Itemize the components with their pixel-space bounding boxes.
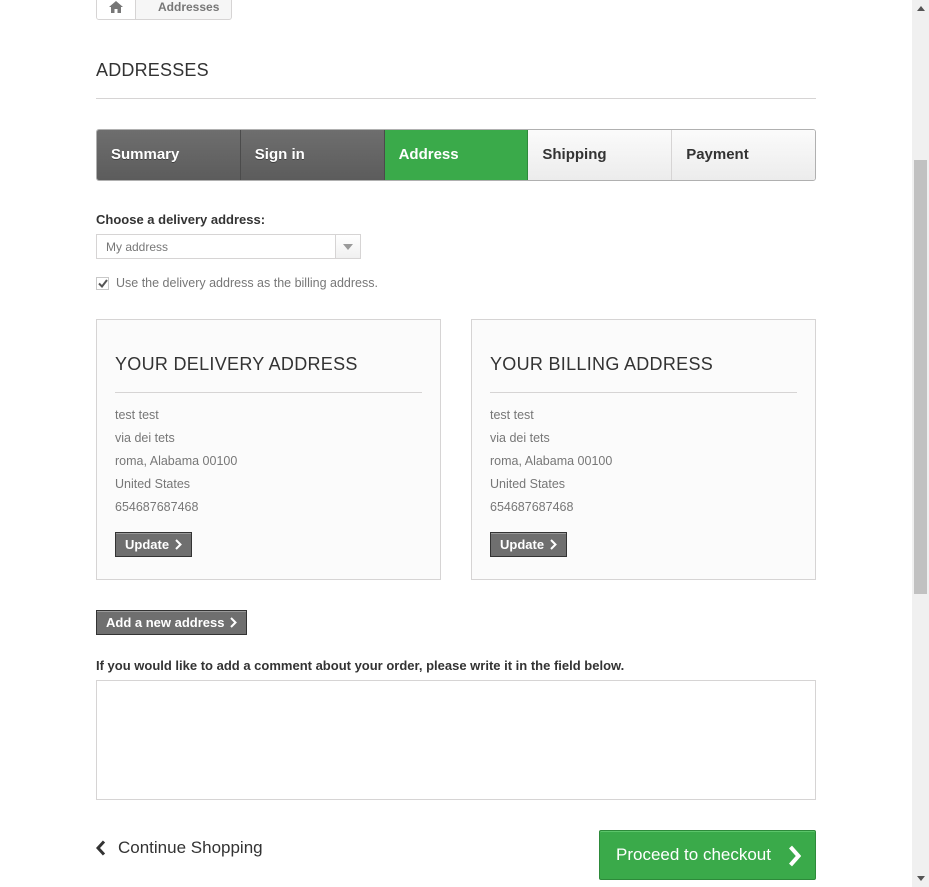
comment-label: If you would like to add a comment about… bbox=[96, 658, 625, 673]
breadcrumb-home-link[interactable] bbox=[97, 0, 136, 19]
vertical-scrollbar[interactable] bbox=[912, 0, 929, 887]
billing-address-title: YOUR BILLING ADDRESS bbox=[490, 354, 797, 393]
delivery-address-select[interactable]: My address bbox=[96, 234, 361, 259]
address-country: United States bbox=[490, 477, 566, 491]
address-city: roma, Alabama 00100 bbox=[115, 454, 238, 468]
delivery-address-title: YOUR DELIVERY ADDRESS bbox=[115, 354, 422, 393]
billing-address-lines: test test via dei tets roma, Alabama 001… bbox=[490, 406, 612, 521]
update-delivery-button[interactable]: Update bbox=[115, 532, 193, 557]
add-new-address-button[interactable]: Add a new address bbox=[96, 610, 248, 635]
billing-same-checkbox[interactable] bbox=[96, 276, 109, 290]
chevron-right-icon bbox=[789, 845, 801, 867]
chevron-right-icon bbox=[230, 617, 238, 628]
billing-address-box: YOUR BILLING ADDRESS test test via dei t… bbox=[471, 319, 816, 580]
step-address: Address bbox=[384, 130, 529, 180]
home-icon bbox=[109, 1, 123, 13]
update-label: Update bbox=[500, 537, 545, 552]
step-shipping: Shipping bbox=[528, 130, 673, 180]
address-street: via dei tets bbox=[490, 431, 550, 445]
add-address-label: Add a new address bbox=[106, 615, 225, 630]
order-comment-textarea[interactable] bbox=[96, 680, 816, 800]
address-street: via dei tets bbox=[115, 431, 175, 445]
address-name: test test bbox=[490, 408, 534, 422]
delivery-address-lines: test test via dei tets roma, Alabama 001… bbox=[115, 406, 237, 521]
page-title: ADDRESSES bbox=[96, 60, 816, 99]
step-summary[interactable]: Summary bbox=[97, 130, 241, 180]
billing-checkbox-label: Use the delivery address as the billing … bbox=[116, 276, 378, 290]
address-phone: 654687687468 bbox=[490, 500, 574, 514]
scroll-up-arrow-icon[interactable] bbox=[912, 0, 929, 17]
address-city: roma, Alabama 00100 bbox=[490, 454, 613, 468]
delivery-address-box: YOUR DELIVERY ADDRESS test test via dei … bbox=[96, 319, 441, 580]
billing-checkbox-row: Use the delivery address as the billing … bbox=[96, 276, 378, 290]
chevron-right-icon bbox=[175, 539, 182, 550]
breadcrumb: Addresses bbox=[96, 0, 233, 20]
continue-shopping-label: Continue Shopping bbox=[118, 838, 263, 857]
continue-shopping-link[interactable]: Continue Shopping bbox=[96, 838, 263, 858]
scroll-down-arrow-icon[interactable] bbox=[912, 870, 929, 887]
proceed-to-checkout-button[interactable]: Proceed to checkout bbox=[599, 830, 816, 880]
chevron-left-icon bbox=[96, 840, 106, 856]
address-phone: 654687687468 bbox=[115, 500, 199, 514]
address-name: test test bbox=[115, 408, 159, 422]
delivery-select-value: My address bbox=[106, 240, 169, 254]
chevron-down-icon[interactable] bbox=[335, 235, 360, 258]
proceed-label: Proceed to checkout bbox=[616, 845, 771, 864]
step-payment: Payment bbox=[672, 130, 815, 180]
scrollbar-thumb[interactable] bbox=[914, 160, 927, 594]
step-sign-in[interactable]: Sign in bbox=[240, 130, 385, 180]
update-label: Update bbox=[125, 537, 170, 552]
checkout-steps: Summary Sign in Address Shipping Payment bbox=[96, 129, 816, 181]
checkmark-icon bbox=[97, 278, 108, 288]
chevron-right-icon bbox=[550, 539, 557, 550]
update-billing-button[interactable]: Update bbox=[490, 532, 568, 557]
address-country: United States bbox=[115, 477, 191, 491]
breadcrumb-current: Addresses bbox=[158, 0, 220, 14]
delivery-select-label: Choose a delivery address: bbox=[96, 212, 266, 227]
